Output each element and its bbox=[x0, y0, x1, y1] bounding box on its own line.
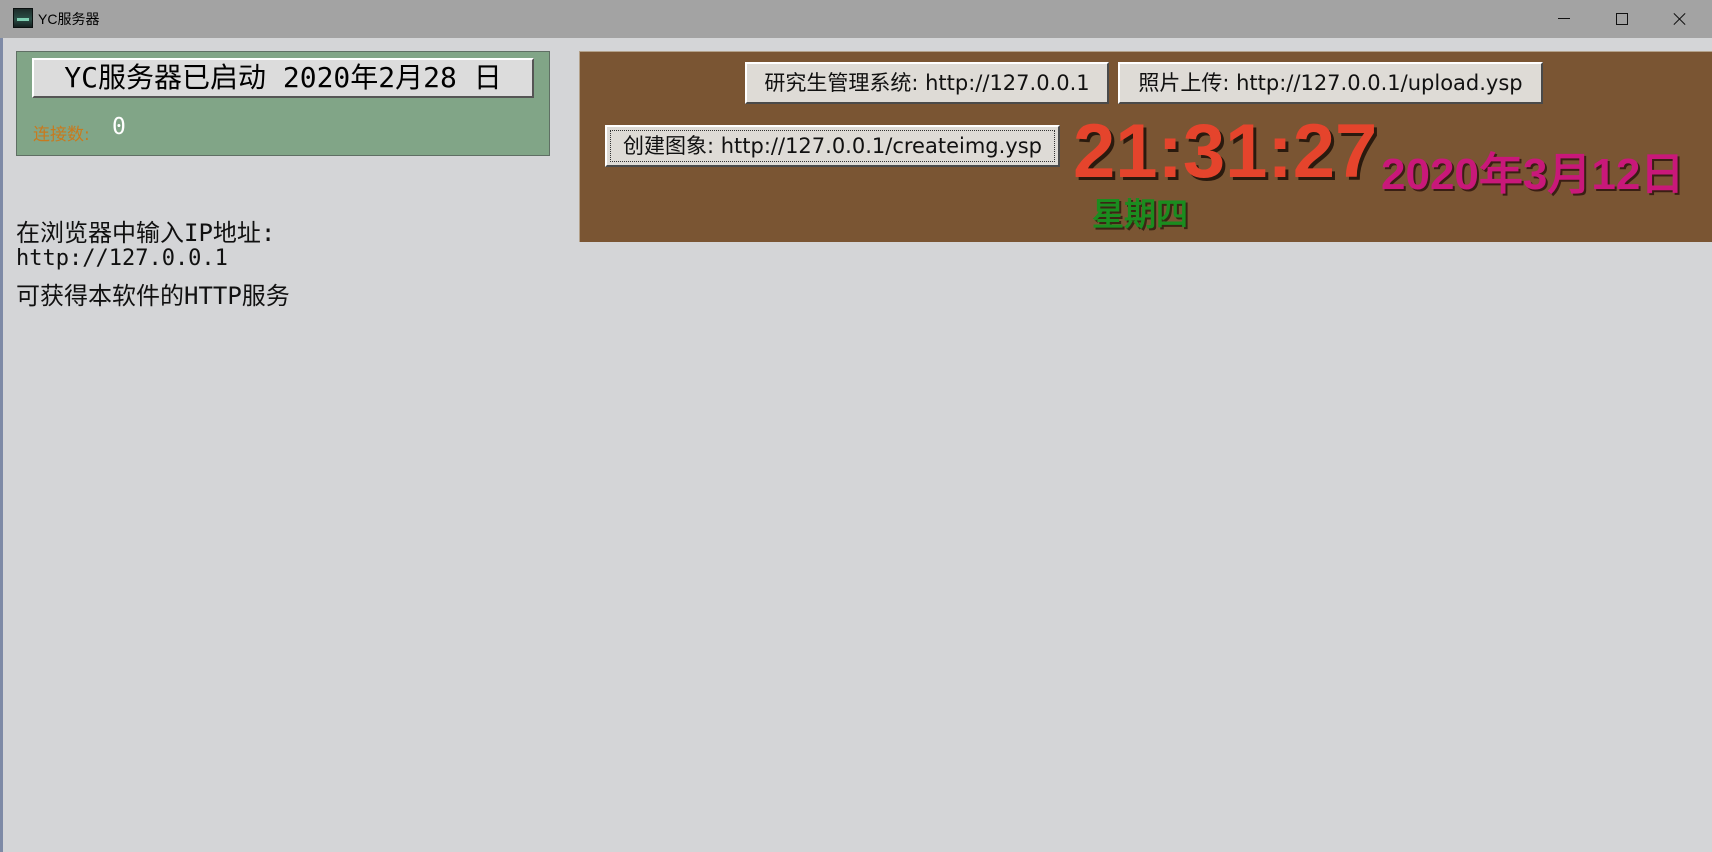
window-left-edge bbox=[0, 38, 3, 852]
connections-label: 连接数: bbox=[33, 125, 90, 145]
info-service-text: 可获得本软件的HTTP服务 bbox=[16, 282, 290, 310]
server-started-button[interactable]: YC服务器已启动 2020年2月28 日 bbox=[32, 58, 534, 98]
clock-panel: 研究生管理系统: http://127.0.0.1 照片上传: http://1… bbox=[579, 51, 1712, 242]
maximize-icon bbox=[1616, 13, 1628, 25]
grad-system-link-button[interactable]: 研究生管理系统: http://127.0.0.1 bbox=[745, 62, 1109, 104]
window-title: YC服务器 bbox=[38, 11, 100, 27]
server-status-panel: YC服务器已启动 2020年2月28 日 连接数: 0 bbox=[16, 51, 550, 156]
clock-date: 2020年3月12日 bbox=[1381, 150, 1685, 199]
close-button[interactable] bbox=[1651, 0, 1709, 38]
maximize-button[interactable] bbox=[1593, 0, 1651, 38]
create-image-link-button[interactable]: 创建图象: http://127.0.0.1/createimg.ysp bbox=[605, 125, 1060, 167]
minimize-icon bbox=[1558, 18, 1570, 19]
connections-count: 0 bbox=[112, 114, 126, 140]
app-icon bbox=[13, 8, 33, 28]
title-bar: YC服务器 bbox=[0, 0, 1712, 38]
photo-upload-link-button[interactable]: 照片上传: http://127.0.0.1/upload.ysp bbox=[1118, 62, 1543, 104]
close-icon bbox=[1673, 12, 1687, 26]
clock-time: 21:31:27 bbox=[1073, 109, 1378, 194]
info-instruction-text: 在浏览器中输入IP地址: bbox=[16, 219, 276, 247]
minimize-button[interactable] bbox=[1535, 0, 1593, 38]
info-ip-address: http://127.0.0.1 bbox=[16, 246, 228, 271]
clock-weekday: 星期四 bbox=[1092, 195, 1189, 233]
